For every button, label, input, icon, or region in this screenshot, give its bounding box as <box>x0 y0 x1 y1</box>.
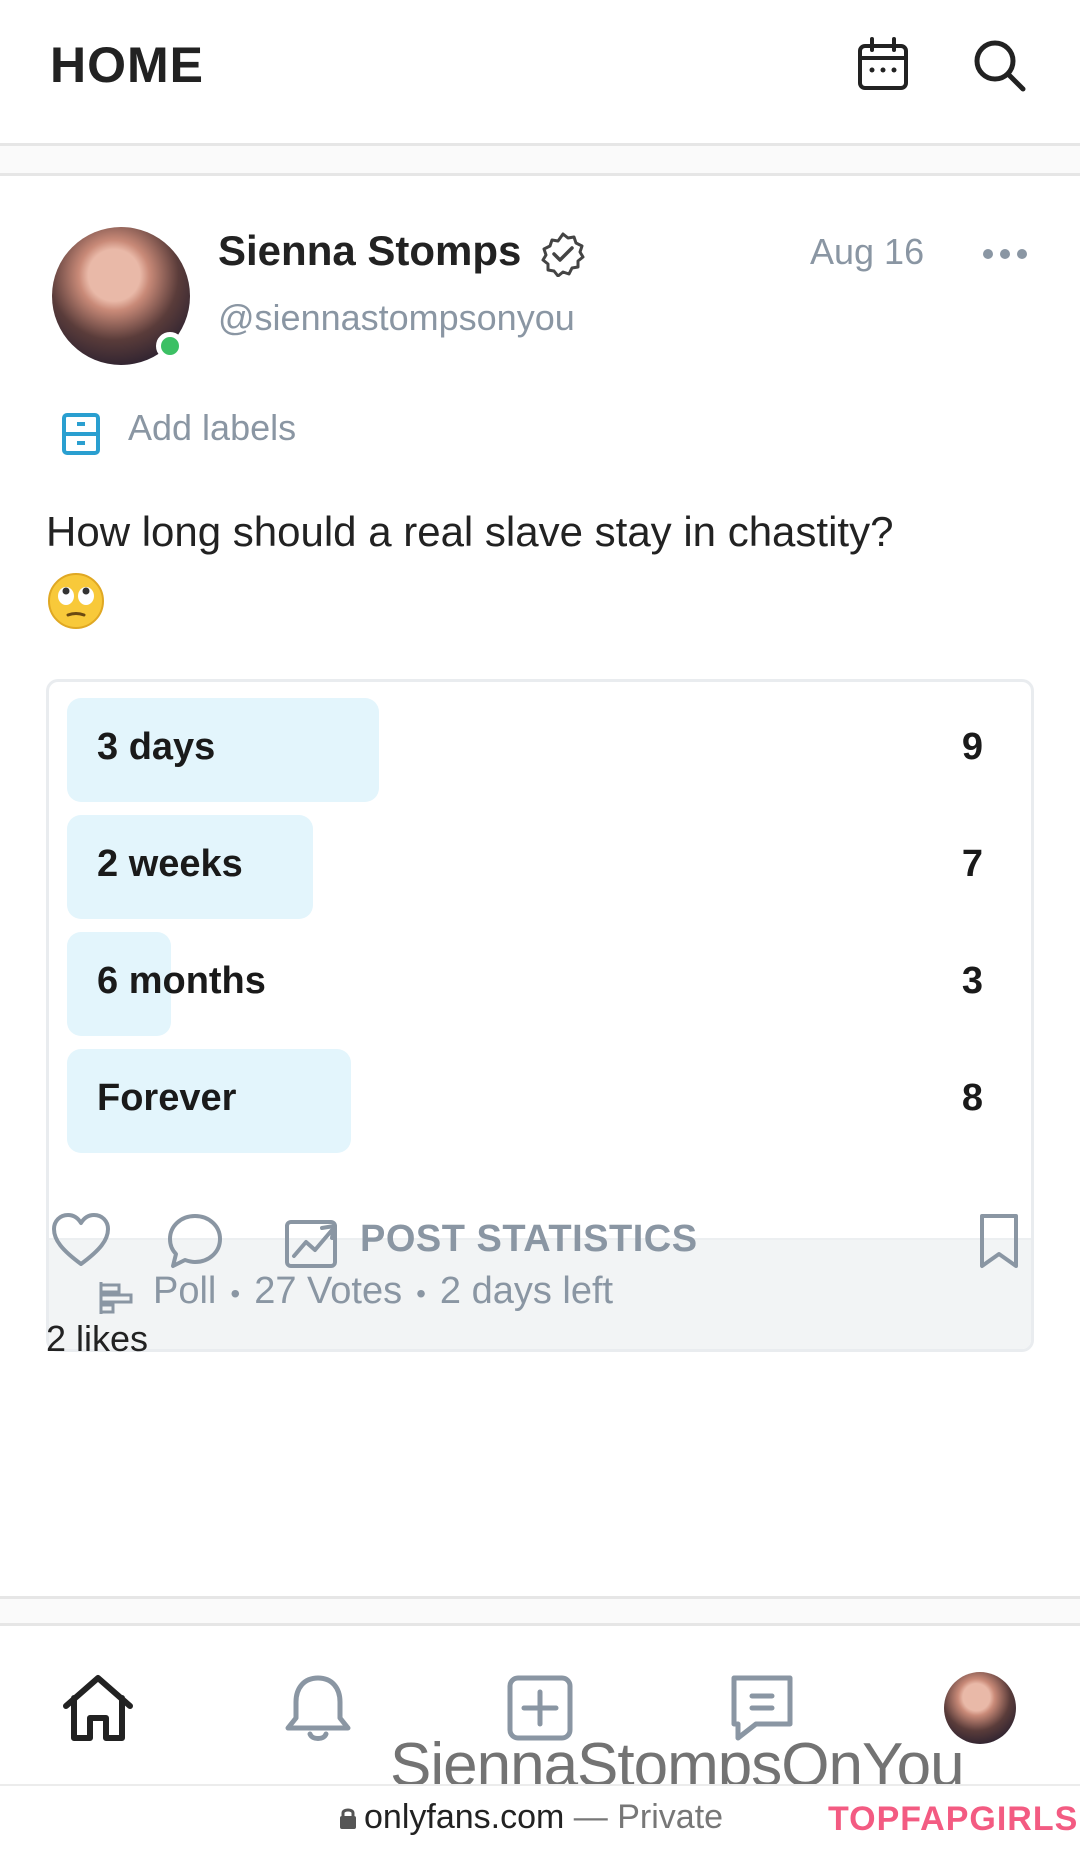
poll-option-count: 3 <box>961 960 983 1002</box>
meta-separator: • <box>416 1278 426 1309</box>
section-divider <box>0 1596 1080 1626</box>
poll-option-count: 9 <box>961 726 983 768</box>
section-divider <box>0 146 1080 176</box>
bookmark-icon[interactable] <box>968 1210 1030 1272</box>
home-icon[interactable] <box>58 1668 138 1748</box>
author-name[interactable]: Sienna Stomps <box>218 227 521 275</box>
poll-option[interactable]: 2 weeks 7 <box>67 815 1013 919</box>
like-heart-icon[interactable] <box>50 1210 112 1272</box>
poll-option[interactable]: Forever 8 <box>67 1049 1013 1153</box>
url-domain: onlyfans.com <box>364 1798 565 1836</box>
post-statistics-button[interactable]: POST STATISTICS <box>360 1218 698 1261</box>
poll-option-label: 3 days <box>97 726 216 768</box>
poll-option-label: 6 months <box>97 960 266 1002</box>
author-handle[interactable]: @siennastompsonyou <box>218 297 575 339</box>
likes-count[interactable]: 2 likes <box>46 1318 148 1360</box>
rolling-eyes-emoji-icon <box>48 573 104 629</box>
meta-separator: • <box>230 1278 241 1309</box>
url-separator: — <box>573 1798 608 1836</box>
url-text: onlyfans.com — Private <box>364 1798 723 1837</box>
poll-option[interactable]: 6 months 3 <box>67 932 1013 1036</box>
more-options-icon[interactable] <box>980 239 1030 269</box>
post-actions: POST STATISTICS <box>0 1210 1080 1280</box>
add-labels-button[interactable]: Add labels <box>128 407 296 449</box>
labels-icon[interactable] <box>60 411 102 457</box>
url-status: Private <box>617 1798 724 1836</box>
poll-option[interactable]: 3 days 9 <box>67 698 1013 802</box>
poll-option-count: 7 <box>961 843 983 885</box>
online-status-dot <box>156 332 184 360</box>
verified-badge-icon <box>541 232 585 277</box>
post-date: Aug 16 <box>810 231 925 272</box>
poll-option-count: 8 <box>961 1077 983 1119</box>
poll-option-label: Forever <box>97 1077 237 1119</box>
calendar-icon[interactable] <box>852 34 914 96</box>
search-icon[interactable] <box>968 34 1030 96</box>
post-statistics-icon[interactable] <box>282 1212 342 1272</box>
post-text: How long should a real slave stay in cha… <box>46 508 894 555</box>
notifications-bell-icon[interactable] <box>278 1668 358 1748</box>
lock-icon <box>340 1808 356 1829</box>
page-title: HOME <box>50 37 204 93</box>
top-header: HOME <box>0 0 1080 146</box>
site-watermark-logo: TOPFAPGIRLS <box>828 1800 1079 1838</box>
comment-icon[interactable] <box>164 1210 226 1272</box>
poll-option-label: 2 weeks <box>97 843 243 885</box>
poll-icon <box>99 1282 133 1314</box>
